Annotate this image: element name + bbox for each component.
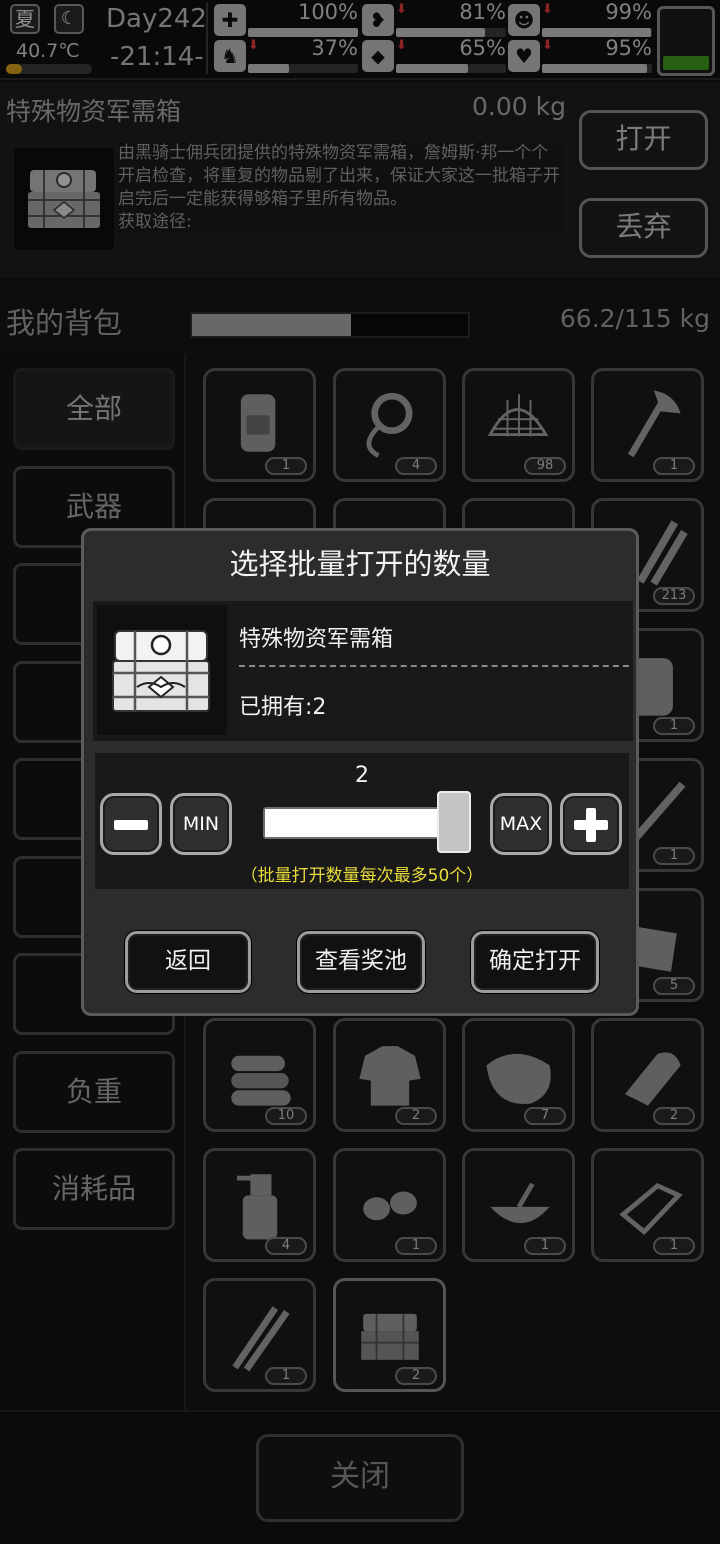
- decrement-button[interactable]: [100, 793, 162, 855]
- dialog-item-name: 特殊物资军需箱: [239, 627, 394, 652]
- slider-fill: [265, 809, 451, 837]
- crate-icon: [112, 630, 210, 712]
- view-pool-button[interactable]: 查看奖池: [297, 931, 425, 993]
- owned-count: 已拥有:2: [239, 695, 327, 720]
- slider-thumb[interactable]: [437, 791, 471, 853]
- batch-limit-hint: （批量打开数量每次最多50个）: [240, 866, 484, 886]
- max-button[interactable]: MAX: [490, 793, 552, 855]
- increment-button[interactable]: [560, 793, 622, 855]
- minus-icon: [114, 820, 148, 830]
- dialog-item-box: 特殊物资军需箱 已拥有:2: [93, 601, 633, 741]
- min-button[interactable]: MIN: [170, 793, 232, 855]
- quantity-value: 2: [355, 763, 369, 788]
- confirm-open-button[interactable]: 确定打开: [471, 931, 599, 993]
- quantity-selector: 2 MIN MAX （批量打开数量每次最多50个）: [95, 753, 629, 889]
- dialog-item-image: [97, 605, 227, 735]
- dialog-title: 选择批量打开的数量: [229, 547, 491, 581]
- back-button[interactable]: 返回: [125, 931, 251, 993]
- dashed-divider: [239, 665, 629, 667]
- quantity-slider-track[interactable]: [263, 807, 453, 839]
- batch-open-dialog: 选择批量打开的数量 特殊物资军需箱 已拥有:2 2 MIN MAX （批量打开数…: [81, 528, 639, 1016]
